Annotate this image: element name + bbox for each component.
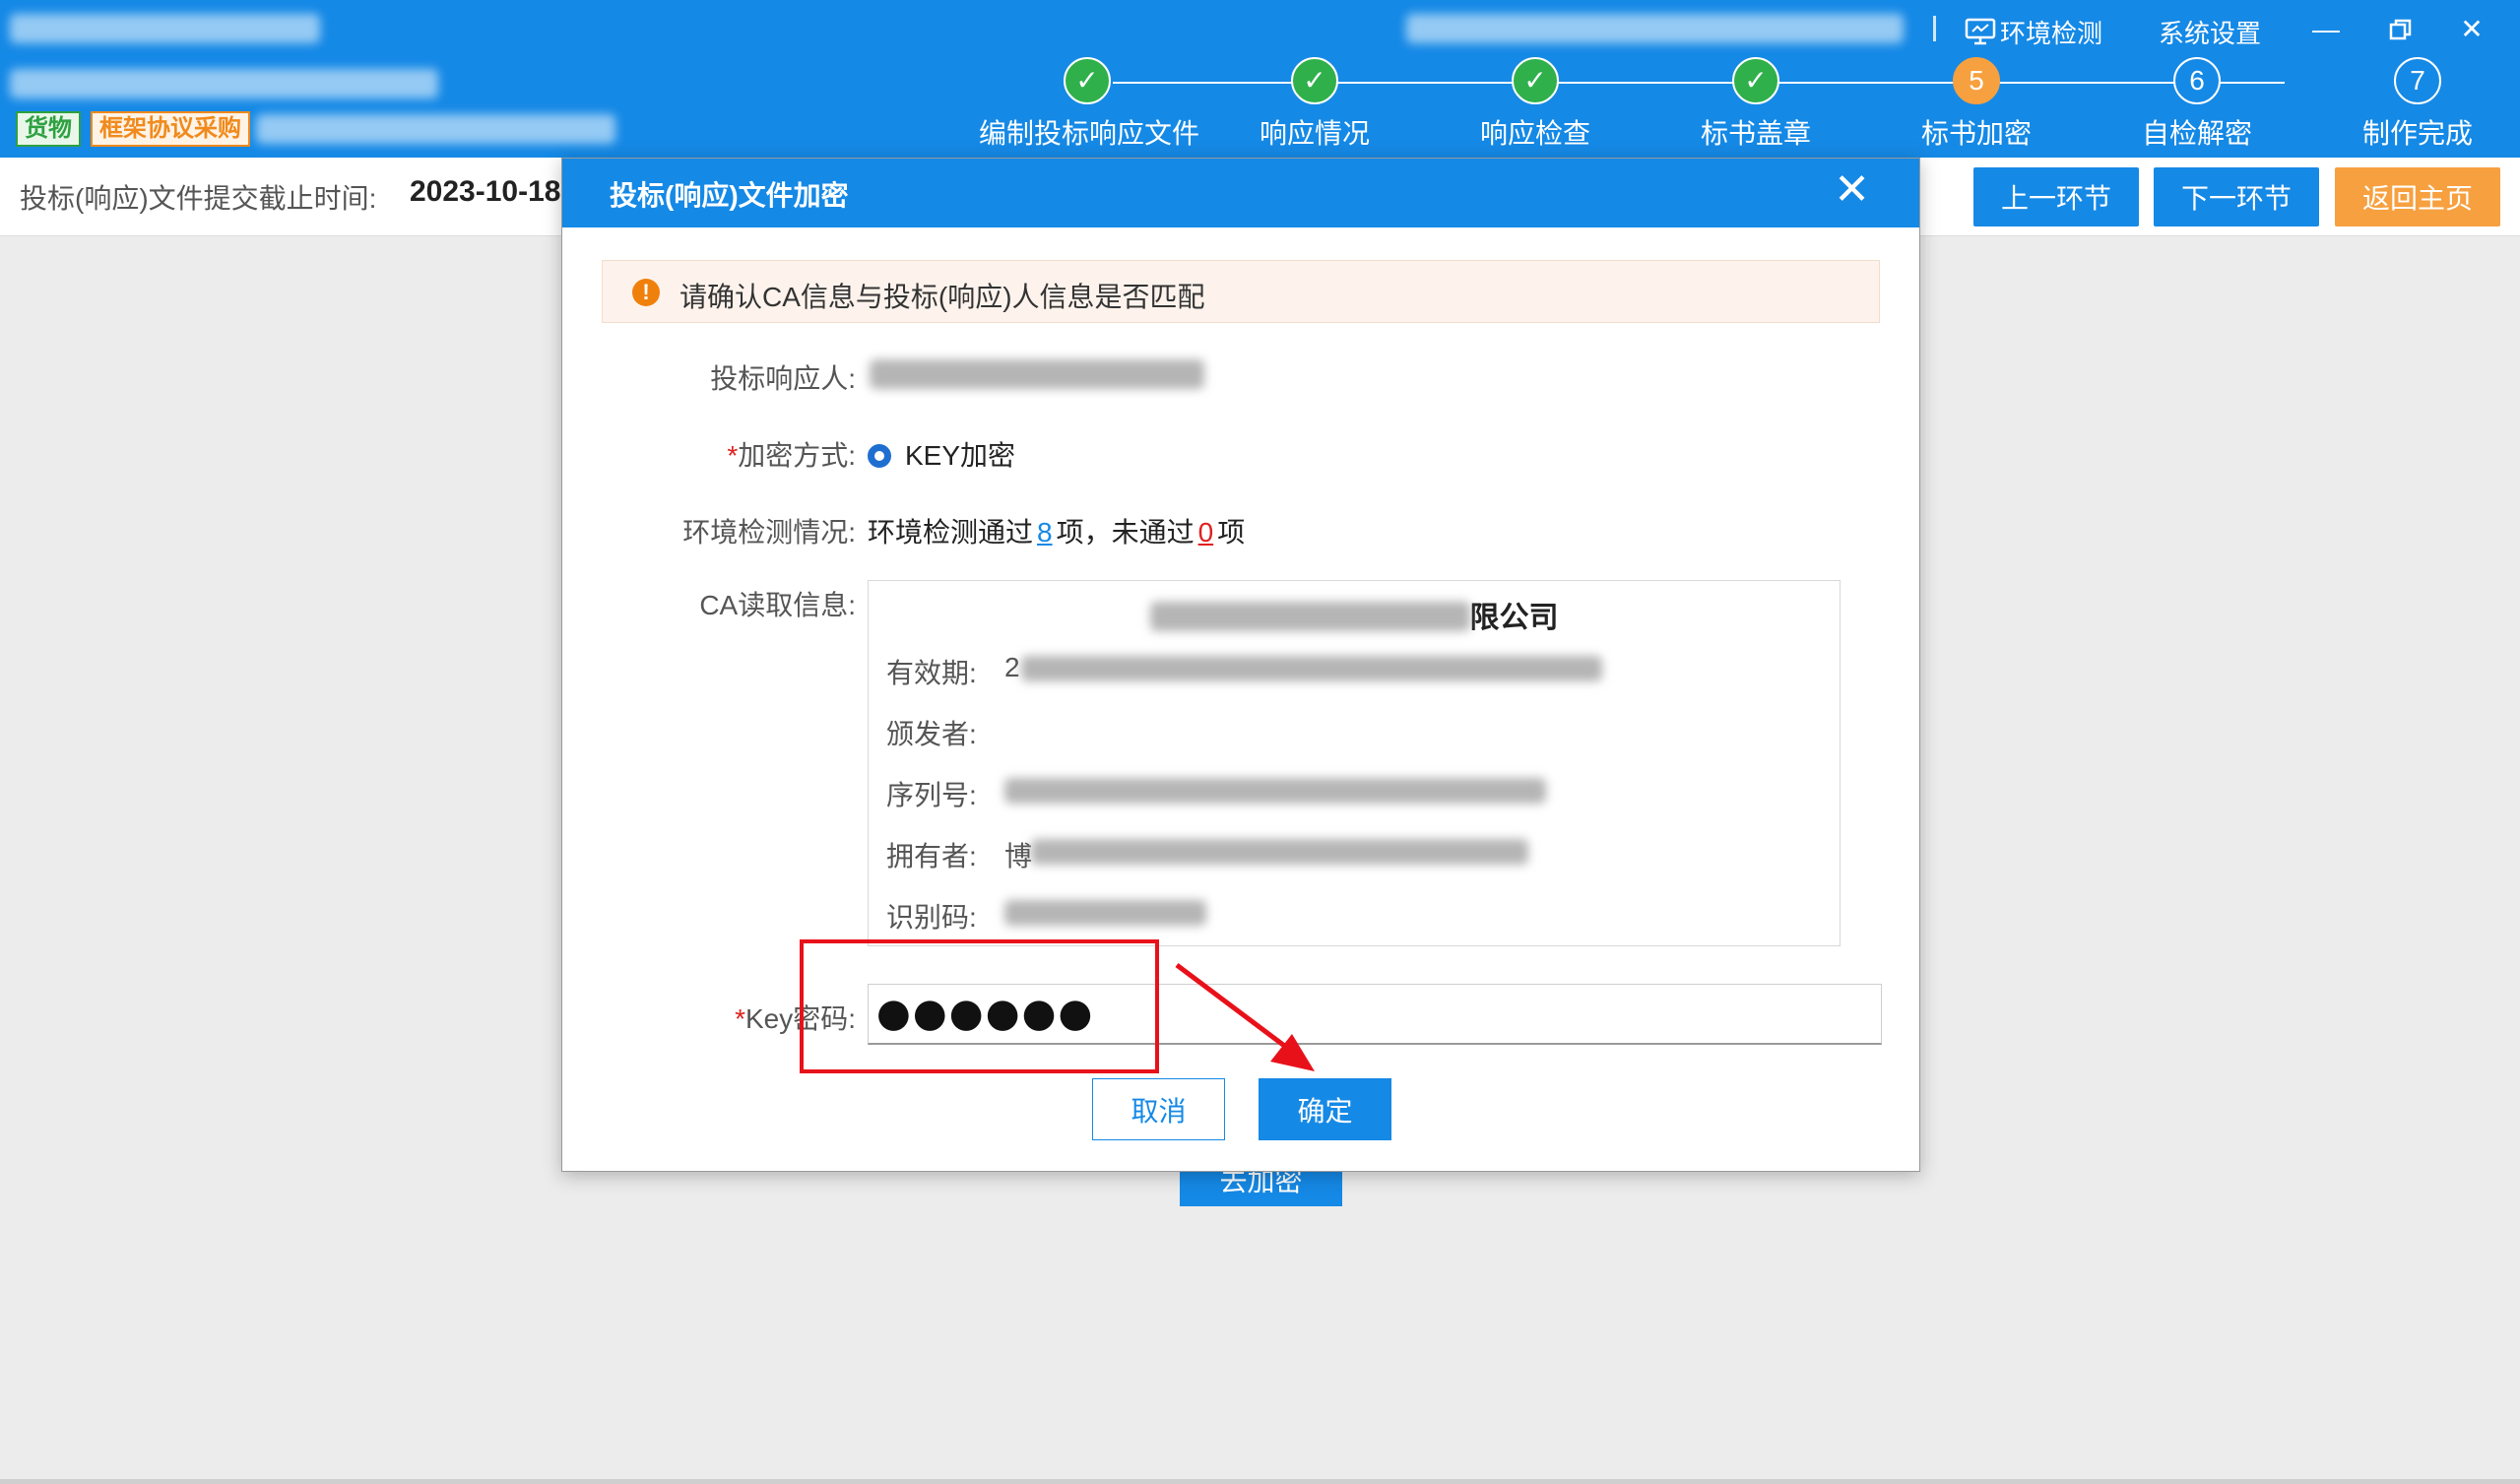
- step-label: 编制投标响应文件: [979, 118, 1200, 149]
- header-divider: [1933, 16, 1936, 41]
- warning-icon: !: [632, 279, 660, 306]
- step-label: 自检解密: [2141, 118, 2252, 149]
- warning-banner: ! 请确认CA信息与投标(响应)人信息是否匹配: [602, 260, 1880, 323]
- check-icon: ✓: [1291, 57, 1338, 104]
- deadline-value: 2023-10-18: [410, 175, 561, 208]
- minimize-icon[interactable]: —: [2306, 10, 2346, 49]
- next-step-button[interactable]: 下一环节: [2154, 167, 2319, 226]
- step-number: 6: [2173, 57, 2221, 104]
- project-title-redacted: [10, 14, 320, 43]
- ca-info-label: CA读取信息:: [699, 590, 856, 620]
- env-fail-count[interactable]: 0: [1195, 517, 1218, 548]
- step-1[interactable]: ✓ 编制投标响应文件: [979, 57, 1200, 152]
- env-pass-prefix: 环境检测通过: [868, 517, 1034, 548]
- company-redacted: [1149, 602, 1470, 631]
- bottom-border: [0, 1479, 2520, 1484]
- step-label: 制作完成: [2361, 118, 2473, 149]
- check-icon: ✓: [1064, 57, 1111, 104]
- app-header: 货物 框架协议采购 环境检测 系统设置 — ✕ ✓ 编制投标响应文件 ✓ 响应情…: [0, 0, 2520, 158]
- env-suffix: 项: [1217, 517, 1246, 548]
- settings-link[interactable]: 系统设置: [2159, 12, 2261, 51]
- env-check-link[interactable]: 环境检测: [1965, 12, 2102, 51]
- step-label: 响应情况: [1259, 118, 1370, 149]
- ca-serial-label: 序列号:: [886, 780, 977, 810]
- step-label: 标书加密: [1920, 118, 2032, 149]
- env-check-status-label: 环境检测情况:: [682, 517, 856, 548]
- ca-issuer-label: 颁发者:: [886, 719, 977, 749]
- ca-company: 限公司: [869, 593, 1840, 636]
- close-window-icon[interactable]: ✕: [2452, 10, 2491, 49]
- ca-company-suffix: 限公司: [1469, 602, 1559, 634]
- tag-goods: 货物: [16, 111, 81, 147]
- home-button[interactable]: 返回主页: [2335, 167, 2500, 226]
- step-number: 7: [2394, 57, 2441, 104]
- bidder-value-redacted: [870, 359, 1204, 389]
- step-6[interactable]: 6 自检解密: [2089, 57, 2305, 152]
- restore-icon[interactable]: [2381, 10, 2421, 49]
- encrypt-method-value: KEY加密: [905, 440, 1016, 471]
- check-icon: ✓: [1512, 57, 1559, 104]
- bidder-label: 投标响应人:: [710, 363, 856, 394]
- step-2[interactable]: ✓ 响应情况: [1206, 57, 1423, 152]
- ca-validity-label: 有效期:: [886, 658, 977, 688]
- step-label: 标书盖章: [1700, 118, 1811, 149]
- step-3[interactable]: ✓ 响应检查: [1427, 57, 1644, 152]
- env-fail-prefix: 项，未通过: [1056, 517, 1195, 548]
- env-check-status: 环境检测通过 8 项，未通过 0 项: [868, 511, 1245, 550]
- cancel-button[interactable]: 取消: [1092, 1078, 1225, 1140]
- tag-framework-procurement: 框架协议采购: [91, 111, 250, 147]
- serial-redacted: [1004, 778, 1546, 804]
- step-label: 响应检查: [1479, 118, 1590, 149]
- ca-id-label: 识别码:: [886, 902, 977, 933]
- ca-info-box: 限公司 有效期: 2 颁发者: 序列号: 拥有者: 博 识别码:: [868, 580, 1841, 946]
- encrypt-method-label: *加密方式:: [727, 440, 856, 471]
- user-info-redacted: [1406, 14, 1904, 43]
- ca-owner-label: 拥有者:: [886, 841, 977, 871]
- deadline-label: 投标(响应)文件提交截止时间:: [20, 183, 377, 214]
- confirm-button[interactable]: 确定: [1259, 1078, 1391, 1140]
- encrypt-dialog: 投标(响应)文件加密 ✕ ! 请确认CA信息与投标(响应)人信息是否匹配 投标响…: [561, 158, 1920, 1172]
- close-icon[interactable]: ✕: [1834, 168, 1870, 212]
- monitor-icon: [1965, 18, 1996, 45]
- env-check-label: 环境检测: [2000, 18, 2103, 48]
- encrypt-method-label-text: 加密方式:: [738, 440, 856, 471]
- ca-owner-prefix: 博: [1004, 841, 1033, 871]
- radio-selected-icon: [868, 444, 891, 468]
- dialog-title: 投标(响应)文件加密: [610, 180, 849, 211]
- ca-validity-prefix: 2: [1004, 652, 1020, 682]
- step-number: 5: [1953, 57, 2000, 104]
- step-7[interactable]: 7 制作完成: [2309, 57, 2520, 152]
- owner-redacted: [1031, 839, 1528, 865]
- env-pass-count[interactable]: 8: [1033, 517, 1057, 548]
- id-redacted: [1004, 900, 1206, 926]
- prev-step-button[interactable]: 上一环节: [1973, 167, 2139, 226]
- project-name-redacted: [256, 114, 615, 144]
- validity-redacted: [1021, 656, 1602, 681]
- dialog-header: 投标(响应)文件加密 ✕: [562, 159, 1919, 227]
- check-icon: ✓: [1732, 57, 1779, 104]
- project-code-redacted: [10, 69, 438, 98]
- annotation-highlight-box: [800, 939, 1159, 1073]
- step-4[interactable]: ✓ 标书盖章: [1648, 57, 1864, 152]
- encrypt-method-radio[interactable]: KEY加密: [868, 434, 1015, 474]
- warning-text: 请确认CA信息与投标(响应)人信息是否匹配: [679, 282, 1205, 312]
- step-5[interactable]: 5 标书加密: [1868, 57, 2085, 152]
- settings-label: 系统设置: [2159, 18, 2262, 48]
